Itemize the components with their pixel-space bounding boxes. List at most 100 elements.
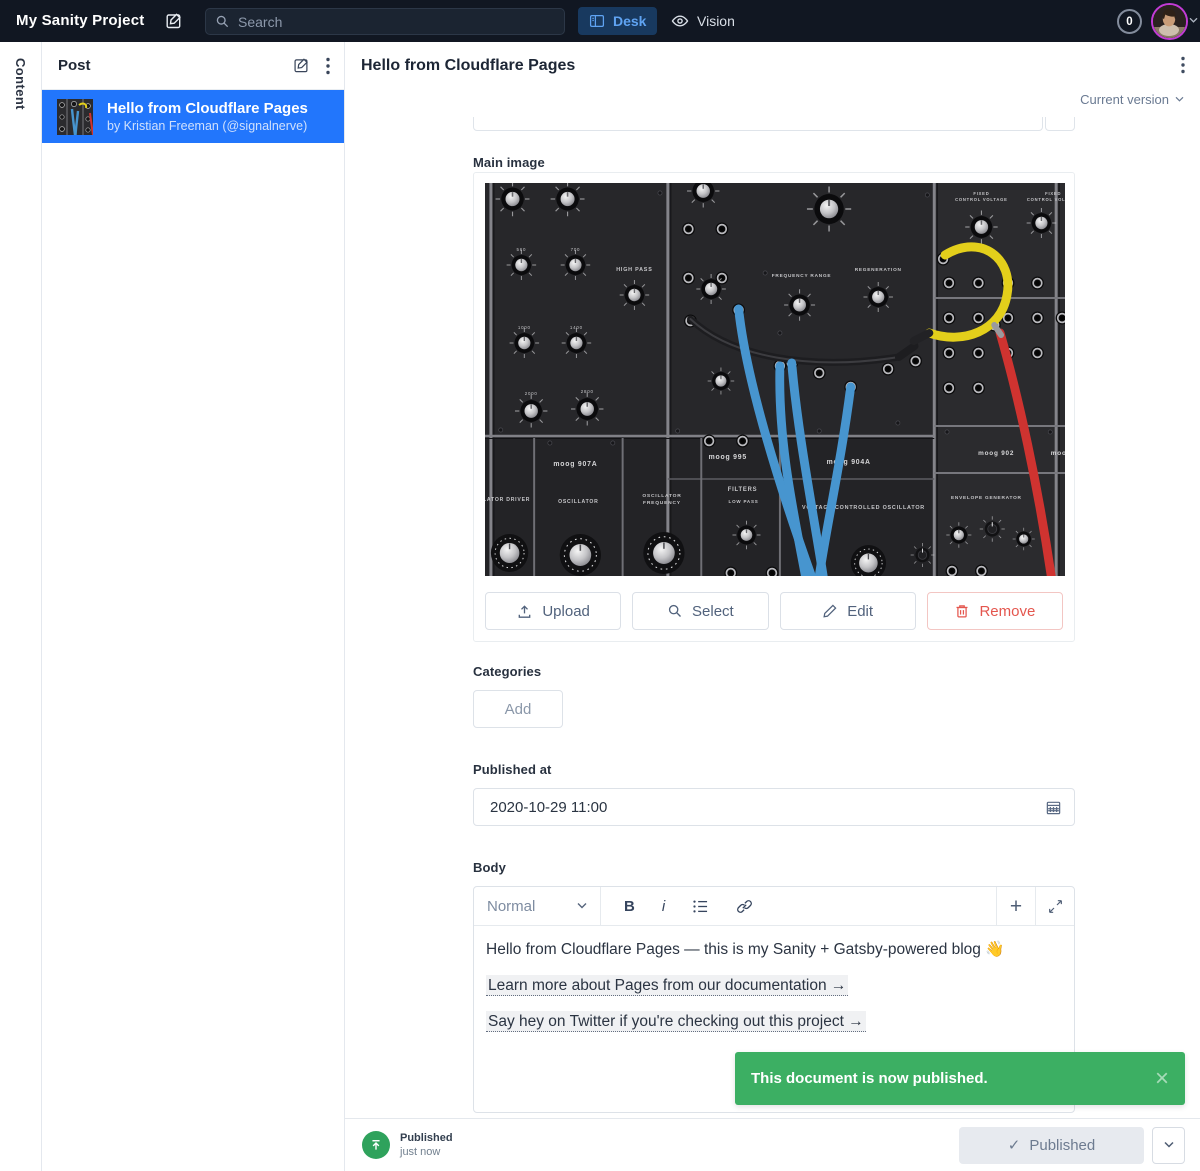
published-at-field	[473, 788, 1075, 826]
expand-icon	[1048, 899, 1063, 914]
remove-label: Remove	[979, 603, 1035, 620]
upload-button[interactable]: Upload	[485, 592, 621, 630]
categories-label: Categories	[473, 664, 541, 679]
svg-text:OSCILLATOR: OSCILLATOR	[642, 493, 681, 499]
svg-text:moog: moog	[1051, 450, 1065, 457]
content-rail: Content	[0, 42, 42, 1171]
avatar[interactable]	[1151, 3, 1188, 40]
svg-text:moog 995: moog 995	[709, 454, 747, 461]
tab-vision-label: Vision	[697, 13, 735, 29]
document-panel: Hello from Cloudflare Pages Current vers…	[345, 42, 1200, 1171]
content-rail-label[interactable]: Content	[13, 58, 28, 110]
tab-desk-label: Desk	[613, 13, 646, 29]
document-header: Hello from Cloudflare Pages Current vers…	[345, 42, 1200, 117]
edit-button[interactable]: Edit	[780, 592, 916, 630]
body-link-documentation[interactable]: Learn more about Pages from our document…	[486, 976, 1062, 996]
document-title: Hello from Cloudflare Pages	[361, 57, 575, 75]
published-at-input[interactable]	[490, 799, 1045, 816]
post-list-panel: Post	[42, 42, 345, 1171]
pencil-icon	[822, 603, 838, 619]
svg-text:moog 904A: moog 904A	[827, 459, 871, 466]
bullet-list-icon[interactable]	[692, 899, 709, 914]
eye-icon	[671, 12, 689, 30]
svg-text:2000: 2000	[525, 391, 538, 396]
desk-icon	[589, 13, 605, 29]
slug-generate-button-partial[interactable]	[1045, 117, 1075, 131]
notifications-badge[interactable]: 0	[1117, 9, 1142, 34]
svg-text:FIXED: FIXED	[973, 191, 989, 196]
fullscreen-button[interactable]	[1035, 887, 1074, 925]
body-link-twitter[interactable]: Say hey on Twitter if you're checking ou…	[486, 1012, 1062, 1032]
post-panel-title: Post	[58, 57, 293, 74]
editor-content[interactable]: Hello from Cloudflare Pages — this is my…	[474, 926, 1074, 1062]
text-style-value: Normal	[487, 898, 535, 915]
publish-status-time: just now	[400, 1146, 453, 1158]
project-title: My Sanity Project	[16, 12, 144, 29]
new-document-icon[interactable]	[293, 57, 310, 74]
svg-text:FREQUENCY RANGE: FREQUENCY RANGE	[772, 273, 832, 279]
svg-text:FREQUENCY: FREQUENCY	[643, 500, 681, 506]
chevron-down-icon	[577, 902, 587, 910]
avatar-chevron-down-icon[interactable]	[1189, 17, 1198, 24]
svg-text:1000: 1000	[518, 325, 531, 330]
publish-button-label: Published	[1029, 1137, 1095, 1154]
plus-icon: +	[1010, 896, 1022, 917]
svg-text:FIXED: FIXED	[1045, 191, 1061, 196]
italic-button[interactable]: i	[662, 898, 665, 915]
toast-message: This document is now published.	[751, 1070, 988, 1087]
bold-button[interactable]: B	[624, 898, 635, 915]
select-button[interactable]: Select	[632, 592, 768, 630]
publish-actions-chevron-button[interactable]	[1152, 1127, 1185, 1164]
top-bar: My Sanity Project Desk	[0, 0, 1200, 42]
main-image-preview[interactable]: HIGH PASS 560700 10001400 20002800 moog …	[485, 183, 1065, 576]
calendar-icon[interactable]	[1045, 799, 1062, 816]
body-paragraph[interactable]: Hello from Cloudflare Pages — this is my…	[486, 940, 1062, 960]
main-image-field: HIGH PASS 560700 10001400 20002800 moog …	[473, 172, 1075, 642]
close-icon[interactable]: ×	[1155, 1067, 1169, 1091]
search-icon	[667, 603, 683, 619]
document-menu-kebab-icon[interactable]	[1181, 56, 1185, 74]
remove-button[interactable]: Remove	[927, 592, 1063, 630]
search-icon	[215, 14, 230, 29]
svg-text:REGENERATION: REGENERATION	[855, 267, 902, 273]
upload-icon	[516, 603, 533, 620]
badge-count: 0	[1126, 16, 1132, 28]
version-selector[interactable]: Current version	[1080, 92, 1184, 107]
svg-text:700: 700	[571, 247, 581, 252]
svg-text:HIGH PASS: HIGH PASS	[616, 267, 652, 273]
svg-text:1400: 1400	[570, 325, 583, 330]
svg-text:CONTROL VOLTAGE: CONTROL VOLTAGE	[955, 197, 1008, 202]
global-search[interactable]	[205, 8, 565, 35]
post-panel-header: Post	[42, 42, 344, 90]
body-label: Body	[473, 860, 506, 875]
tab-vision[interactable]: Vision	[660, 7, 746, 35]
add-category-button[interactable]: Add	[473, 690, 563, 728]
compose-icon[interactable]	[165, 12, 183, 30]
upload-label: Upload	[542, 603, 590, 620]
publish-toast: This document is now published. ×	[735, 1052, 1185, 1105]
image-button-row: Upload Select	[485, 592, 1063, 630]
svg-text:LOW PASS: LOW PASS	[729, 499, 759, 504]
published-status-icon	[362, 1131, 390, 1159]
search-input[interactable]	[238, 14, 555, 30]
svg-text:moog 902: moog 902	[978, 450, 1014, 457]
select-label: Select	[692, 603, 734, 620]
link-icon[interactable]	[736, 898, 753, 915]
tab-desk[interactable]: Desk	[578, 7, 657, 35]
insert-block-button[interactable]: +	[996, 887, 1035, 925]
chevron-down-icon	[1175, 96, 1184, 103]
slug-input-partial[interactable]	[473, 117, 1043, 131]
publish-button[interactable]: ✓ Published	[959, 1127, 1144, 1164]
svg-text:LATOR DRIVER: LATOR DRIVER	[485, 497, 530, 503]
edit-label: Edit	[847, 603, 873, 620]
post-list-item[interactable]: Hello from Cloudflare Pages by Kristian …	[42, 90, 344, 143]
svg-text:CONTROL VOLTAGE: CONTROL VOLTAGE	[1027, 197, 1065, 202]
check-icon: ✓	[1008, 1136, 1021, 1154]
svg-text:FILTERS: FILTERS	[728, 487, 758, 493]
svg-text:2800: 2800	[581, 389, 594, 394]
text-style-dropdown[interactable]: Normal	[474, 887, 601, 925]
svg-text:VOLTAGE CONTROLLED OSCILLATOR: VOLTAGE CONTROLLED OSCILLATOR	[802, 505, 925, 511]
sanity-studio: My Sanity Project Desk	[0, 0, 1200, 1171]
panel-menu-kebab-icon[interactable]	[326, 57, 330, 75]
post-item-title: Hello from Cloudflare Pages	[107, 100, 308, 117]
